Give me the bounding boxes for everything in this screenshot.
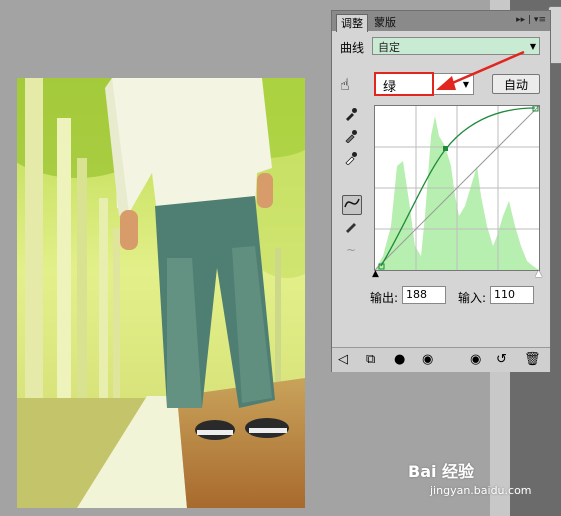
watermark-url: jingyan.baidu.com [430,484,532,497]
curves-graph[interactable] [374,105,540,271]
tab-adjustments[interactable]: 调整 [336,14,368,32]
channel-highlight-box [374,72,434,96]
auto-button[interactable]: 自动 [492,74,540,94]
hand-adjust-icon[interactable]: ☝ [340,75,350,94]
view-previous-icon[interactable]: ◉ [470,352,481,367]
input-field[interactable]: 110 [490,286,534,304]
curves-plot[interactable] [374,105,540,271]
preset-dropdown[interactable]: 自定 ▼ [372,37,540,55]
clip-layer-icon[interactable]: ⧉ [366,352,375,367]
smooth-icon[interactable]: ~ [342,241,360,259]
gray-eyedropper-icon[interactable] [342,129,360,147]
black-eyedropper-icon[interactable] [342,107,360,125]
visibility-icon[interactable]: ● [394,352,405,367]
curve-point-icon[interactable] [342,195,362,215]
panel-footer: ◁ ⧉ ● ◉ ◉ ↺ 🗑 [332,347,550,372]
watermark-logo: Bai 经验 [408,462,475,481]
panel-menu-icon[interactable]: ▸▸ | ▾≡ [516,15,546,25]
chevron-down-icon: ▼ [529,42,536,51]
eye-icon[interactable]: ◉ [422,352,433,367]
black-point-slider-icon: ▲ [372,269,379,279]
photo-image [17,78,305,508]
curves-title: 曲线 [340,41,365,55]
curve-control-point[interactable] [443,146,448,151]
chevron-down-icon: ▼ [462,80,469,89]
tab-masks[interactable]: 蒙版 [370,14,400,31]
input-slider[interactable]: ▲ ▲ [372,269,542,279]
white-point-slider-icon: ▲ [535,269,542,279]
back-arrow-icon[interactable]: ◁ [338,352,348,367]
input-label: 输入: [458,291,487,305]
preset-value: 自定 [378,41,400,54]
trash-icon[interactable]: 🗑 [524,352,541,367]
output-field[interactable]: 188 [402,286,446,304]
output-label: 输出: [370,291,399,305]
pencil-icon[interactable] [342,219,360,237]
white-eyedropper-icon[interactable] [342,151,360,169]
adjustments-panel: 调整 蒙版 ▸▸ | ▾≡ 曲线 自定 ▼ ☝ 绿 ▼ 自动 ~ ▲ ▲ 输出:… [331,10,551,372]
reset-icon[interactable]: ↺ [496,352,507,367]
photo-illustration [17,78,305,508]
panel-tab-bar: 调整 蒙版 ▸▸ | ▾≡ [332,11,550,32]
